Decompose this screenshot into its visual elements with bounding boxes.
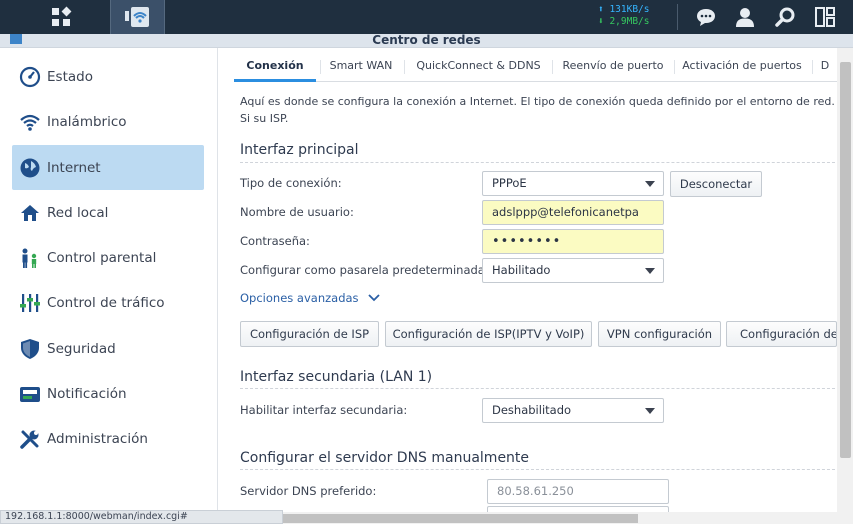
window-title-bar[interactable]: Centro de redes [0,34,853,48]
chevron-down-icon [368,294,380,302]
description-text: Aquí es donde se configura la conexión a… [240,95,835,125]
tab-smart-wan[interactable]: Smart WAN [322,52,400,82]
isp-iptv-voip-config-button[interactable]: Configuración de ISP(IPTV y VoIP) [385,321,592,347]
sidebar-item-label: Internet [47,159,101,176]
advanced-options-toggle[interactable]: Opciones avanzadas [240,291,380,305]
sidebar-item-label: Control parental [47,249,157,266]
section-divider [240,162,837,163]
sidebar-item-label: Red local [47,204,109,221]
family-icon [19,247,41,269]
tab-more[interactable]: D [816,52,834,82]
dns-preferred-label: Servidor DNS preferido: [240,484,377,498]
search-icon[interactable] [766,0,804,34]
globe-icon [19,157,41,179]
section-divider [240,388,837,389]
username-label: Nombre de usuario: [240,205,354,219]
tab-quickconnect-ddns[interactable]: QuickConnect & DDNS [406,52,551,82]
tab-activacion-puertos[interactable]: Activación de puertos [676,52,808,82]
tab-divider [552,60,553,74]
sidebar-item-seguridad[interactable]: Seguridad [12,326,204,371]
sidebar: Estado Inalámbrico Internet Red local Co… [0,48,218,512]
sidebar-item-notificacion[interactable]: Notificación [12,371,204,416]
user-icon[interactable] [726,0,764,34]
sidebar-item-estado[interactable]: Estado [12,54,204,99]
sidebar-item-label: Administración [47,430,148,447]
secondary-enable-value: Deshabilitado [492,403,572,417]
sidebar-item-administracion[interactable]: Administración [12,416,204,461]
main-content: Conexión Smart WAN QuickConnect & DDNS R… [219,48,837,512]
top-taskbar: ⬆ 131KB/s ⬇ 2,9MB/s [0,0,853,34]
sidebar-item-label: Estado [47,68,93,85]
section-title-secondary: Interfaz secundaria (LAN 1) [240,369,433,385]
gateway-label: Configurar como pasarela predeterminada: [240,263,489,277]
tab-divider [320,60,321,74]
taskbar-divider [677,4,678,30]
tab-divider [674,60,675,74]
network-speed-indicator: ⬆ 131KB/s ⬇ 2,9MB/s [598,4,650,27]
sidebar-item-label: Inalámbrico [47,113,127,130]
browser-status-bar: 192.168.1.1:8000/webman/index.cgi# [0,510,283,524]
tab-conexion[interactable]: Conexión [234,52,316,82]
house-icon [19,202,41,224]
section-title-dns: Configurar el servidor DNS manualmente [240,450,530,466]
sidebar-item-red-local[interactable]: Red local [12,190,204,235]
chevron-down-icon [645,268,655,274]
window-title: Centro de redes [372,33,481,47]
tab-divider [404,60,405,74]
main-menu-icon[interactable] [40,0,82,34]
widgets-icon[interactable] [806,0,844,34]
sidebar-item-label: Seguridad [47,340,116,357]
wifi-icon [19,111,41,133]
tools-icon [19,428,41,450]
chevron-down-icon [645,181,655,187]
advanced-options-label: Opciones avanzadas [240,291,359,305]
sidebar-item-control-parental[interactable]: Control parental [12,235,204,280]
connection-type-select[interactable]: PPPoE [482,171,664,196]
shield-icon [19,338,41,360]
sliders-icon [19,292,41,314]
sidebar-item-internet[interactable]: Internet [12,145,204,190]
username-input[interactable]: adslppp@telefonicanetpa [482,200,664,225]
chat-icon[interactable] [687,0,725,34]
chevron-down-icon [645,408,655,414]
vpn-config-button[interactable]: VPN configuración [598,321,721,347]
gauge-icon [19,66,41,88]
extra-config-button[interactable]: Configuración de I [726,321,837,347]
network-center-app-icon[interactable] [110,0,165,34]
connection-type-label: Tipo de conexión: [240,176,342,190]
upload-speed: 131KB/s [609,4,650,15]
gateway-value: Habilitado [492,263,551,277]
tab-divider [812,60,813,74]
download-speed: 2,9MB/s [609,16,650,27]
disconnect-button[interactable]: Desconectar [670,171,762,197]
isp-config-button[interactable]: Configuración de ISP [240,321,379,347]
notification-icon [19,383,41,405]
vertical-scrollbar-thumb[interactable] [840,62,851,458]
tab-bar: Conexión Smart WAN QuickConnect & DDNS R… [234,52,837,82]
gateway-select[interactable]: Habilitado [482,258,664,283]
connection-type-value: PPPoE [492,176,527,190]
sidebar-item-inalambrico[interactable]: Inalámbrico [12,99,204,144]
secondary-enable-select[interactable]: Deshabilitado [482,398,664,423]
sidebar-item-label: Control de tráfico [47,294,165,311]
password-label: Contraseña: [240,234,310,248]
section-title-primary: Interfaz principal [240,142,359,158]
horizontal-scrollbar-thumb[interactable] [283,514,638,523]
tab-reenvio-puerto[interactable]: Reenvío de puerto [554,52,672,82]
sidebar-item-label: Notificación [47,385,127,402]
secondary-enable-label: Habilitar interfaz secundaria: [240,403,408,417]
dns-preferred-input[interactable]: 80.58.61.250 [487,479,669,504]
section-divider [240,469,837,470]
sidebar-item-control-trafico[interactable]: Control de tráfico [12,280,204,325]
password-input[interactable]: •••••••• [482,229,664,254]
